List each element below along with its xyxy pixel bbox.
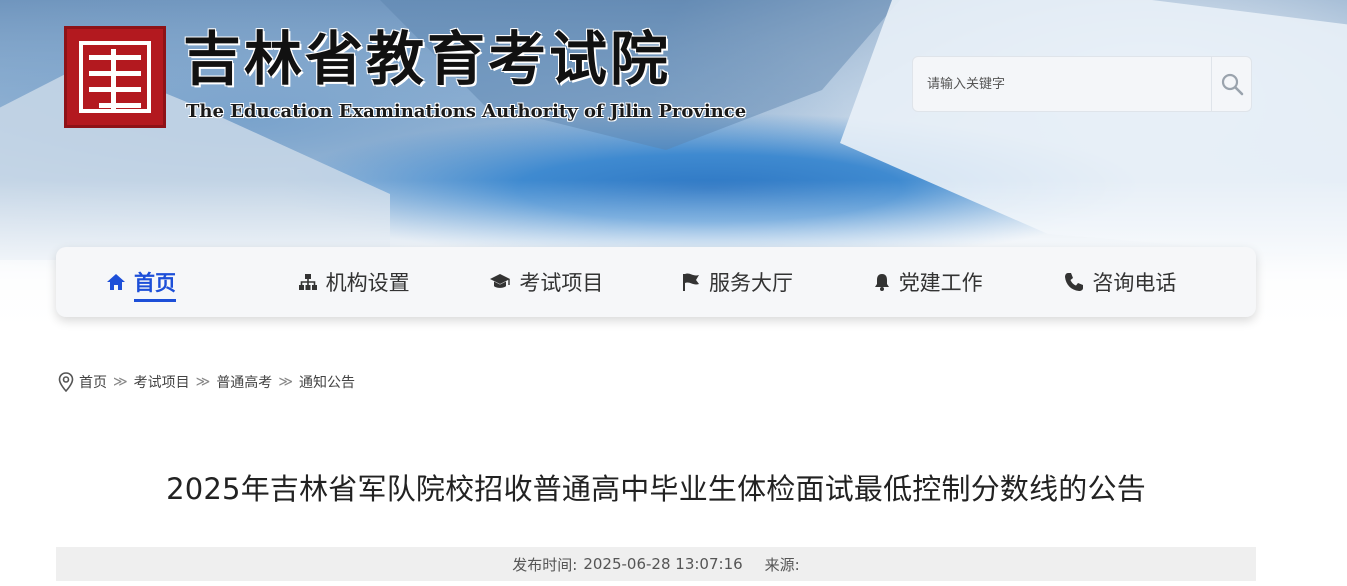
home-icon	[107, 274, 125, 290]
nav-item-exams[interactable]: 考试项目	[489, 247, 681, 317]
source-label: 来源:	[764, 555, 800, 574]
nav-item-label: 服务大厅	[709, 271, 794, 295]
nav-item-label: 党建工作	[898, 271, 983, 295]
breadcrumb-separator: ≫	[113, 374, 128, 390]
nav-item-service[interactable]: 服务大厅	[681, 247, 873, 317]
nav-item-label: 咨询电话	[1092, 271, 1177, 295]
article-meta: 发布时间: 2025-06-28 13:07:16 来源:	[56, 547, 1256, 581]
nav-item-organization[interactable]: 机构设置	[298, 247, 490, 317]
nav-item-home[interactable]: 首页	[106, 247, 298, 317]
article-title: 2025年吉林省军队院校招收普通高中毕业生体检面试最低控制分数线的公告	[166, 472, 1146, 506]
publish-time: 2025-06-28 13:07:16	[583, 555, 743, 573]
main-nav: 首页 机构设置 考试项目 服务大厅 党建工作 咨询电话	[56, 247, 1256, 317]
phone-icon	[1065, 273, 1084, 291]
breadcrumb: 首页 ≫ 考试项目 ≫ 普通高考 ≫ 通知公告	[58, 372, 355, 392]
breadcrumb-separator: ≫	[195, 374, 211, 390]
location-pin-icon	[58, 372, 74, 392]
site-title: 吉林省教育考试院	[183, 25, 672, 93]
bell-icon	[874, 274, 889, 291]
breadcrumb-link[interactable]: 考试项目	[134, 372, 190, 392]
breadcrumb-link[interactable]: 首页	[79, 372, 107, 392]
nav-item-label: 首页	[134, 267, 176, 302]
nav-item-label: 机构设置	[325, 271, 410, 295]
org-chart-icon	[298, 274, 317, 290]
search-box	[912, 56, 1252, 112]
flag-icon	[683, 273, 700, 291]
breadcrumb-separator: ≫	[278, 374, 293, 390]
publish-label: 发布时间:	[512, 555, 578, 574]
nav-item-party[interactable]: 党建工作	[873, 247, 1065, 317]
search-icon	[1221, 73, 1243, 96]
site-subtitle: The Education Examinations Authority of …	[186, 101, 747, 122]
jilin-edu-logo-icon	[79, 41, 151, 113]
nav-item-contact[interactable]: 咨询电话	[1064, 247, 1256, 317]
breadcrumb-link[interactable]: 通知公告	[299, 372, 355, 392]
nav-item-label: 考试项目	[519, 271, 604, 295]
search-button[interactable]	[1211, 57, 1251, 111]
search-input[interactable]	[913, 57, 1211, 111]
graduation-cap-icon	[490, 274, 511, 288]
site-logo[interactable]	[64, 26, 166, 128]
breadcrumb-link[interactable]: 普通高考	[216, 372, 272, 392]
